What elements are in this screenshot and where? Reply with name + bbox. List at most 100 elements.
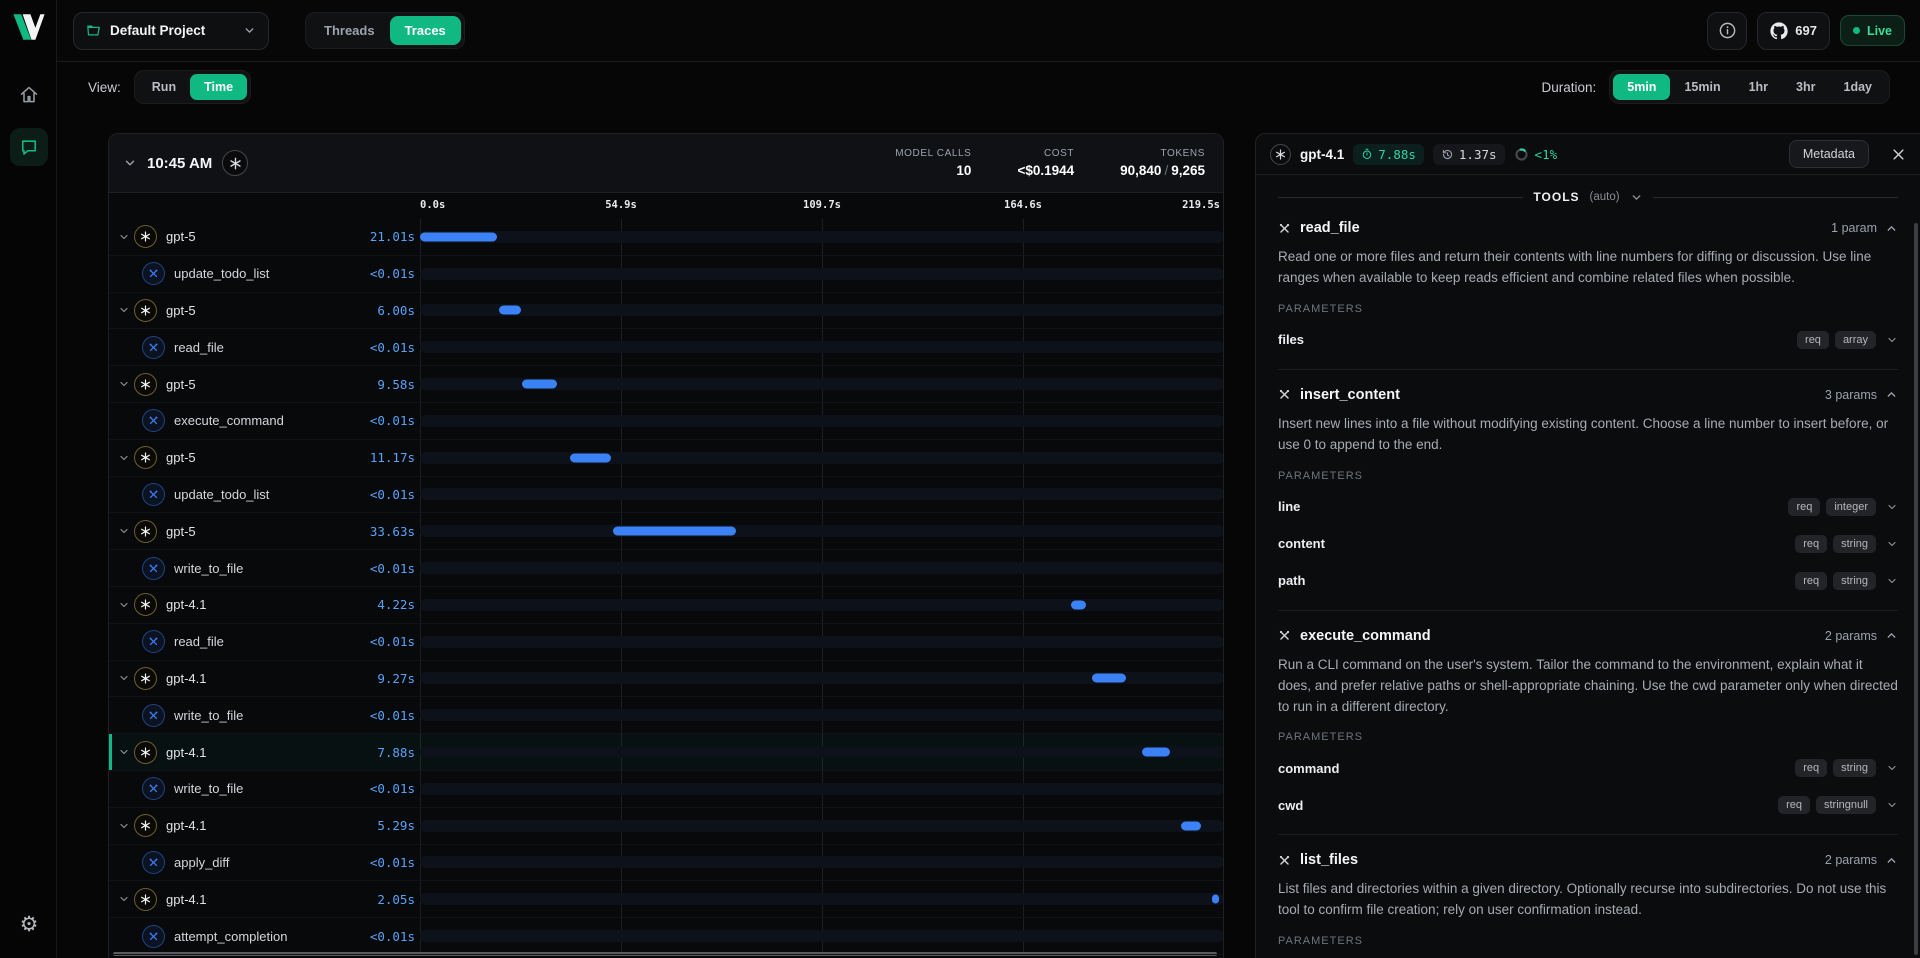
trace-row[interactable]: gpt-5 6.00s xyxy=(109,293,1223,330)
parameters-label: PARAMETERS xyxy=(1278,731,1898,743)
timeline-bar[interactable] xyxy=(1142,748,1171,757)
span-duration: <0.01s xyxy=(370,413,415,428)
trace-row[interactable]: execute_command <0.01s xyxy=(109,403,1223,440)
tool-header[interactable]: insert_content 3 params xyxy=(1278,387,1898,403)
axis-tick: 0.0s xyxy=(420,199,445,211)
stat-label: COST xyxy=(1044,148,1074,159)
tab-traces[interactable]: Traces xyxy=(390,16,461,45)
chevron-down-icon[interactable] xyxy=(1886,799,1898,811)
param-count: 2 params xyxy=(1825,853,1877,867)
chevron-down-icon[interactable] xyxy=(1886,538,1898,550)
view-option-time[interactable]: Time xyxy=(190,74,247,100)
github-button[interactable]: 697 xyxy=(1757,12,1830,50)
trace-row[interactable]: update_todo_list <0.01s xyxy=(109,256,1223,293)
chevron-down-icon[interactable] xyxy=(118,231,130,243)
tool-badge xyxy=(142,483,165,506)
tool-header[interactable]: list_files 2 params xyxy=(1278,852,1898,868)
live-badge[interactable]: Live xyxy=(1840,15,1905,46)
timeline-bar[interactable] xyxy=(1181,821,1200,830)
chevron-down-icon[interactable] xyxy=(118,599,130,611)
timeline-track xyxy=(420,231,1224,243)
chevron-down-icon[interactable] xyxy=(118,525,130,537)
chevron-up-icon[interactable] xyxy=(1885,388,1898,401)
tool-header[interactable]: execute_command 2 params xyxy=(1278,628,1898,644)
parameters-label: PARAMETERS xyxy=(1278,470,1898,482)
info-button[interactable] xyxy=(1707,12,1747,50)
duration-option-15min[interactable]: 15min xyxy=(1670,74,1734,100)
duration-option-1day[interactable]: 1day xyxy=(1830,74,1887,100)
chevron-down-icon[interactable] xyxy=(118,672,130,684)
tool-header[interactable]: read_file 1 param xyxy=(1278,220,1898,236)
view-option-run[interactable]: Run xyxy=(138,74,190,100)
chevron-down-icon[interactable] xyxy=(1886,334,1898,346)
tools-list: read_file 1 param Read one or more files… xyxy=(1278,220,1898,958)
threads-nav-button[interactable] xyxy=(10,128,48,166)
chevron-down-icon[interactable] xyxy=(1886,762,1898,774)
trace-row[interactable]: write_to_file <0.01s xyxy=(109,697,1223,734)
tool-name: insert_content xyxy=(1300,387,1400,403)
trace-row[interactable]: gpt-5 21.01s xyxy=(109,219,1223,256)
chevron-down-icon[interactable] xyxy=(118,893,130,905)
openai-icon xyxy=(139,672,152,685)
app-logo[interactable] xyxy=(12,11,46,43)
tool-description: Read one or more files and return their … xyxy=(1278,247,1898,289)
chevron-down-icon[interactable] xyxy=(1886,501,1898,513)
duration-option-1hr[interactable]: 1hr xyxy=(1735,74,1782,100)
trace-row[interactable]: write_to_file <0.01s xyxy=(109,550,1223,587)
collapse-chevron-icon[interactable] xyxy=(123,156,137,170)
trace-row[interactable]: write_to_file <0.01s xyxy=(109,771,1223,808)
tools-section-header: TOOLS (auto) xyxy=(1278,190,1898,204)
tab-threads[interactable]: Threads xyxy=(309,16,390,45)
timeline-bar[interactable] xyxy=(420,232,497,241)
chevron-down-icon[interactable] xyxy=(1630,191,1643,204)
trace-row[interactable]: read_file <0.01s xyxy=(109,624,1223,661)
param-name: command xyxy=(1278,761,1339,776)
chevron-down-icon[interactable] xyxy=(118,452,130,464)
trace-row[interactable]: gpt-4.1 5.29s xyxy=(109,808,1223,845)
trace-row[interactable]: gpt-5 33.63s xyxy=(109,513,1223,550)
timeline-bar[interactable] xyxy=(499,306,521,315)
trace-row[interactable]: attempt_completion <0.01s xyxy=(109,918,1223,955)
param-row: content req string xyxy=(1278,532,1898,556)
trace-row[interactable]: gpt-4.1 9.27s xyxy=(109,661,1223,698)
tools-icon xyxy=(148,783,159,794)
timeline-bar[interactable] xyxy=(1092,674,1126,683)
trace-row[interactable]: gpt-4.1 7.88s xyxy=(109,734,1223,771)
vertical-scrollbar[interactable] xyxy=(1914,223,1918,955)
trace-row[interactable]: update_todo_list <0.01s xyxy=(109,477,1223,514)
trace-row[interactable]: gpt-4.1 4.22s xyxy=(109,587,1223,624)
model-badge xyxy=(134,373,157,396)
chevron-down-icon[interactable] xyxy=(118,746,130,758)
span-name: gpt-4.1 xyxy=(166,597,206,612)
trace-row[interactable]: read_file <0.01s xyxy=(109,329,1223,366)
timeline-bar[interactable] xyxy=(570,453,611,462)
close-panel-button[interactable] xyxy=(1891,147,1906,162)
parameters-label: PARAMETERS xyxy=(1278,935,1898,947)
timeline-track xyxy=(420,599,1224,611)
timeline-bar[interactable] xyxy=(613,527,736,536)
chevron-up-icon[interactable] xyxy=(1885,629,1898,642)
duration-option-5min[interactable]: 5min xyxy=(1613,74,1670,100)
chevron-down-icon[interactable] xyxy=(118,820,130,832)
timeline-bar[interactable] xyxy=(522,380,557,389)
trace-row[interactable]: apply_diff <0.01s xyxy=(109,845,1223,882)
span-name: read_file xyxy=(174,340,224,355)
trace-header[interactable]: 10:45 AM MODEL CALLS 10 COST <$0.1944 TO… xyxy=(109,134,1223,193)
settings-button[interactable]: ⚙ xyxy=(10,905,48,943)
trace-row[interactable]: gpt-5 9.58s xyxy=(109,366,1223,403)
chevron-up-icon[interactable] xyxy=(1885,222,1898,235)
project-selector[interactable]: Default Project xyxy=(73,12,269,50)
span-duration: 9.58s xyxy=(377,377,415,392)
chevron-up-icon[interactable] xyxy=(1885,854,1898,867)
trace-row[interactable]: gpt-4.1 2.05s xyxy=(109,881,1223,918)
timeline-track xyxy=(420,783,1224,795)
duration-option-3hr[interactable]: 3hr xyxy=(1782,74,1829,100)
trace-row[interactable]: gpt-5 11.17s xyxy=(109,440,1223,477)
chevron-down-icon[interactable] xyxy=(118,378,130,390)
home-nav-button[interactable] xyxy=(10,76,48,114)
timeline-bar[interactable] xyxy=(1071,600,1086,609)
metadata-button[interactable]: Metadata xyxy=(1789,140,1869,168)
chevron-down-icon[interactable] xyxy=(1886,575,1898,587)
chevron-down-icon[interactable] xyxy=(118,304,130,316)
timeline-bar[interactable] xyxy=(1212,895,1220,904)
